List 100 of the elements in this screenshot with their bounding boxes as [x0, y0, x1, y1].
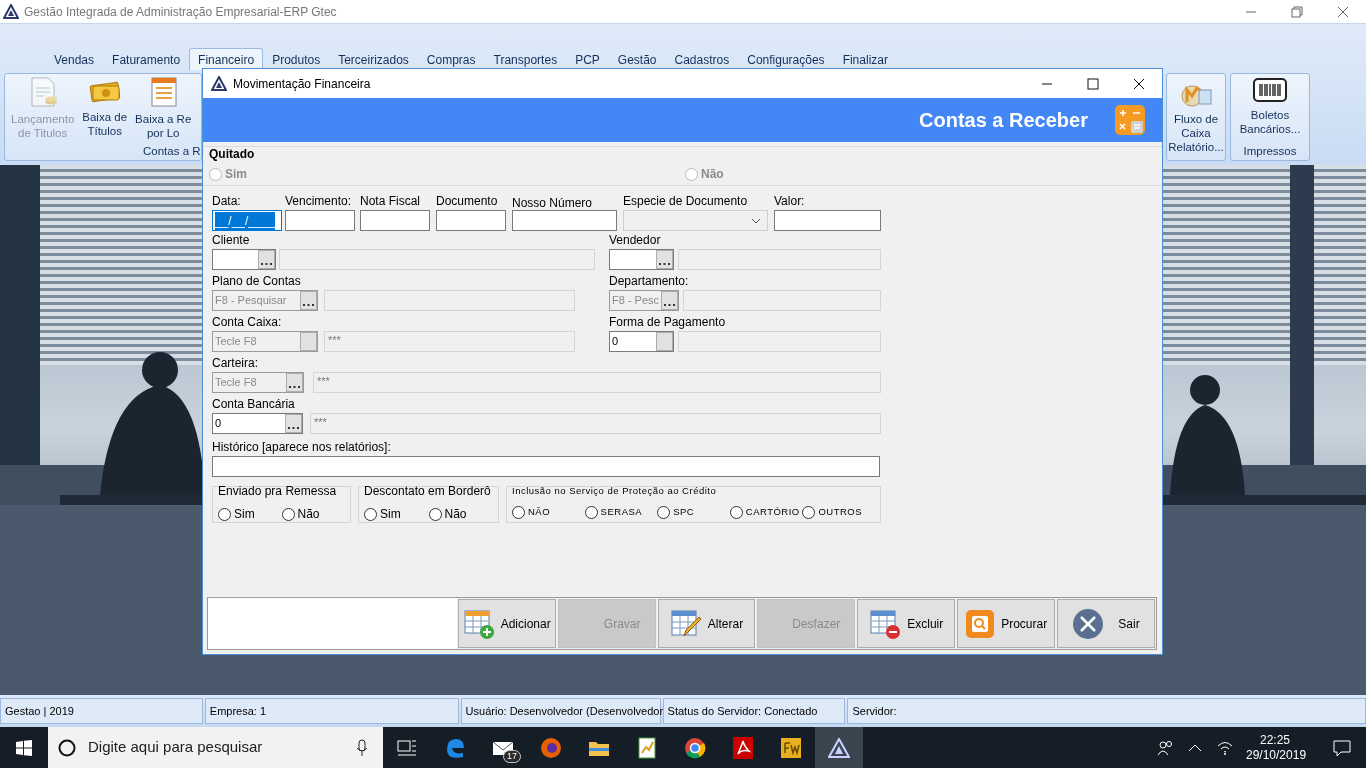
- input-field[interactable]: [774, 210, 881, 231]
- ribbon-tab[interactable]: Gestão: [608, 48, 666, 70]
- field-label: Histórico [aparece nos relatórios]:: [212, 440, 392, 454]
- ribbon-button[interactable]: Boletos Bancários...: [1237, 74, 1303, 144]
- ribbon-tab[interactable]: Configurações: [738, 48, 834, 70]
- ellipsis-icon: [659, 262, 670, 265]
- search-field[interactable]: Digite aqui para pesquisar: [86, 735, 346, 760]
- radio-button[interactable]: Sim: [218, 505, 282, 523]
- chrome-icon: [683, 735, 707, 760]
- field-label: Especie de Documento: [623, 194, 749, 208]
- code-input[interactable]: 0: [213, 414, 285, 433]
- lookup-button[interactable]: [656, 250, 673, 269]
- windows-logo-icon: [15, 738, 33, 757]
- radio-button[interactable]: NÃO: [512, 505, 585, 520]
- action-button[interactable]: Alterar: [657, 599, 756, 648]
- status-panel: Status do Servidor: Conectado: [662, 698, 846, 724]
- status-panel: Gestao | 2019: [0, 698, 203, 724]
- description-field: ***: [313, 372, 881, 393]
- ribbon-tab[interactable]: Transportes: [484, 48, 567, 70]
- ellipsis-icon: [261, 262, 272, 265]
- group-label: Contas a R: [143, 144, 201, 158]
- status-panel: Usuário: Desenvolvedor (Desenvolvedor: [460, 698, 661, 724]
- action-button[interactable]: Procurar: [957, 599, 1056, 648]
- ellipsis-icon: [664, 303, 675, 306]
- ribbon-tab[interactable]: PCP: [566, 48, 609, 70]
- radio-button[interactable]: Não: [428, 505, 493, 523]
- status-panel: Empresa: 1: [204, 698, 459, 724]
- ribbon-button[interactable]: Fluxo de Caixa Relatório...: [1166, 74, 1226, 160]
- input-field[interactable]: [512, 210, 617, 231]
- ribbon-tab[interactable]: Produtos: [263, 48, 330, 70]
- group-title: Descontato em Borderô: [364, 484, 492, 498]
- status-panel: Servidor:: [847, 698, 1366, 724]
- field-label: Plano de Contas: [212, 274, 302, 288]
- field-label: Documento: [436, 194, 499, 208]
- field-label: Nota Fiscal: [360, 194, 422, 208]
- lookup-field[interactable]: 0: [212, 413, 303, 434]
- app-logo-icon: [211, 76, 227, 91]
- input-field[interactable]: [360, 210, 430, 231]
- input-field[interactable]: [436, 210, 506, 231]
- field-label: Nosso Número: [512, 196, 594, 210]
- dialog-title: Movimentação Financeira: [233, 75, 371, 93]
- grid-plus-icon: [462, 607, 495, 640]
- field-label: Carteira:: [212, 356, 259, 370]
- ribbon-tab[interactable]: Cadastros: [665, 48, 739, 70]
- ellipsis-icon: [303, 303, 314, 306]
- caret-up-icon: [1188, 743, 1202, 752]
- ribbon-button[interactable]: Baixa a Re por Lo: [133, 74, 194, 144]
- radio-button[interactable]: Sim: [364, 505, 429, 523]
- grid-minus-icon: [869, 607, 902, 640]
- group-title: Inclusão no Serviço de Proteção ao Crédito: [512, 484, 718, 498]
- field-label: Forma de Pagamento: [609, 315, 727, 329]
- taskbar-button[interactable]: [815, 727, 863, 768]
- search-icon: [965, 608, 996, 639]
- lookup-field[interactable]: 0: [609, 331, 674, 352]
- lookup-field[interactable]: [212, 249, 276, 270]
- header-title: Contas a Receber: [919, 108, 1088, 133]
- radio-button[interactable]: SERASA: [584, 505, 658, 520]
- minimize-icon: [1246, 10, 1256, 13]
- fw-app-icon: [780, 736, 802, 759]
- action-button[interactable]: Excluir: [857, 599, 956, 648]
- ellipsis-icon: [289, 385, 300, 388]
- ribbon-tab[interactable]: Finalizar: [833, 48, 897, 70]
- ellipsis-icon: [288, 426, 299, 429]
- input-field[interactable]: [212, 456, 880, 477]
- lookup-button[interactable]: [285, 414, 302, 433]
- ribbon-tab[interactable]: Compras: [417, 48, 485, 70]
- speech-bubble-icon: [1332, 738, 1352, 757]
- ribbon-tab[interactable]: Vendas: [45, 48, 104, 70]
- firefox-icon: [539, 735, 563, 760]
- triangle-logo-icon: [828, 737, 850, 758]
- taskbar-button[interactable]: 17: [479, 727, 527, 768]
- radio-button[interactable]: Não: [281, 505, 345, 523]
- lookup-field[interactable]: [609, 249, 674, 270]
- search-box[interactable]: Digite aqui para pesquisar: [48, 727, 383, 768]
- lookup-button[interactable]: [258, 250, 275, 269]
- code-input[interactable]: 0: [610, 332, 656, 351]
- field-label: Conta Caixa:: [212, 315, 283, 329]
- field-label: Valor:: [774, 194, 806, 208]
- group-title: Enviado pra Remessa: [218, 484, 338, 498]
- radio-button[interactable]: OUTROS: [802, 505, 875, 520]
- section-label: Quitado: [209, 147, 256, 161]
- calculator-icon: [1114, 104, 1146, 136]
- action-button[interactable]: Sair: [1057, 599, 1155, 648]
- group-label: Impressos: [1243, 144, 1297, 158]
- ribbon-button[interactable]: Baixa de Títulos: [80, 74, 130, 144]
- radio-button[interactable]: SPC: [657, 505, 730, 520]
- description-field: ***: [324, 331, 575, 352]
- radio-button[interactable]: CARTÓRIO: [729, 505, 803, 520]
- microphone-icon: [356, 738, 368, 757]
- date-field[interactable]: __/__/____: [212, 210, 282, 231]
- ribbon-tab[interactable]: Terceirizados: [329, 48, 418, 70]
- input-field[interactable]: [285, 210, 355, 231]
- ribbon-tab[interactable]: Faturamento: [103, 48, 190, 70]
- action-button[interactable]: Adicionar: [457, 599, 556, 648]
- clock[interactable]: 22:25 29/10/2019: [1240, 731, 1310, 764]
- field-label: Vendedor: [609, 233, 662, 247]
- field-label: Cliente: [212, 233, 251, 247]
- ribbon-tab[interactable]: Financeiro: [189, 48, 264, 70]
- field-label: Departamento:: [609, 274, 690, 288]
- barcode-icon: [1252, 76, 1288, 104]
